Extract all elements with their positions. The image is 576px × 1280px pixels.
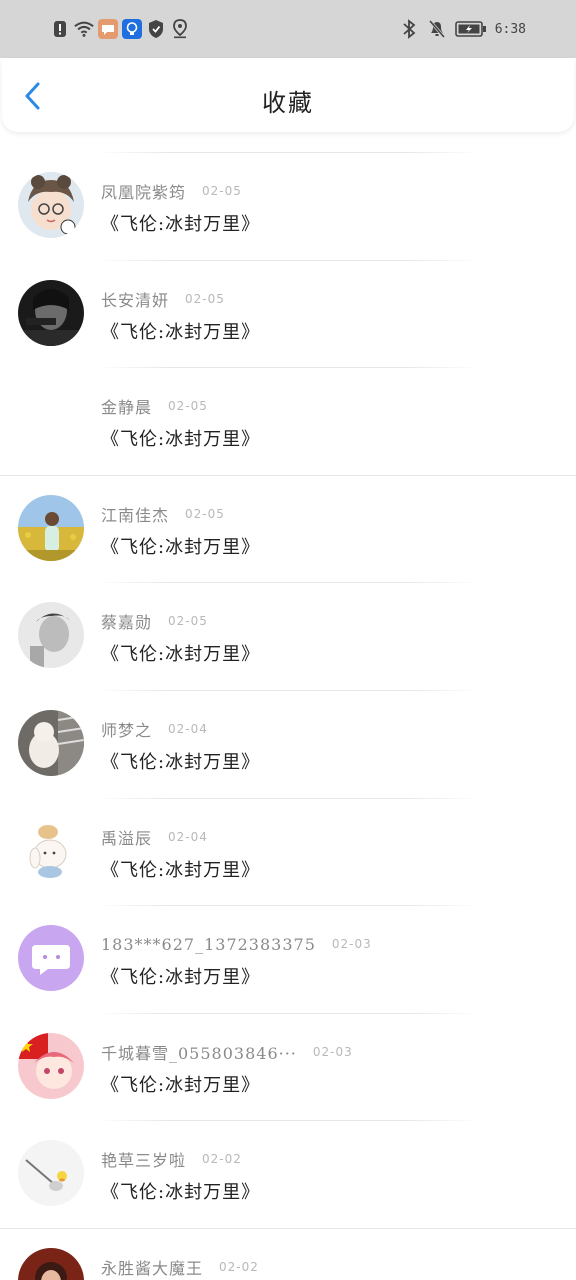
top-navigation-bar: 收藏 bbox=[2, 58, 574, 132]
divider bbox=[95, 259, 481, 261]
bluetooth-icon bbox=[399, 19, 419, 39]
divider bbox=[0, 474, 576, 476]
item-content: 《飞伦:冰封万里》 bbox=[101, 967, 261, 989]
anime-flag-avatar[interactable] bbox=[18, 1032, 84, 1099]
list-item[interactable]: 师梦之 02-04 《飞伦:冰封万里》 bbox=[0, 670, 576, 778]
divider bbox=[95, 367, 481, 369]
divider bbox=[0, 1227, 576, 1229]
user-name: 金静晨 bbox=[101, 398, 153, 418]
cartoon-girl-avatar[interactable] bbox=[18, 172, 84, 238]
bunny-avatar[interactable] bbox=[18, 817, 84, 884]
divider bbox=[95, 905, 481, 907]
item-date: 02-05 bbox=[168, 614, 208, 629]
message-icon bbox=[98, 19, 118, 39]
list-item[interactable]: 永胜酱大魔王 02-02 bbox=[0, 1208, 576, 1280]
item-date: 02-02 bbox=[219, 1259, 259, 1274]
divider bbox=[95, 689, 481, 691]
list-item[interactable]: 千城暮雪_055803846··· 02-03 《飞伦:冰封万里》 bbox=[0, 993, 576, 1101]
item-date: 02-05 bbox=[168, 399, 208, 414]
item-content: 《飞伦:冰封万里》 bbox=[101, 859, 261, 881]
user-name: 禹溢辰 bbox=[101, 828, 153, 848]
item-content: 《飞伦:冰封万里》 bbox=[101, 429, 261, 451]
bw-portrait-avatar[interactable] bbox=[18, 602, 84, 669]
list-item[interactable]: 禹溢辰 02-04 《飞伦:冰封万里》 bbox=[0, 778, 576, 886]
user-name: 凤凰院紫筠 bbox=[101, 183, 187, 202]
item-date: 02-05 bbox=[185, 506, 225, 521]
item-date: 02-02 bbox=[202, 1152, 242, 1167]
divider bbox=[95, 152, 481, 153]
alert-icon bbox=[50, 19, 70, 39]
user-name: 千城暮雪_055803846··· bbox=[101, 1043, 297, 1063]
cartoon-sketch-avatar[interactable] bbox=[18, 1140, 84, 1207]
user-name: 长安清妍 bbox=[101, 290, 170, 310]
field-photo-avatar[interactable] bbox=[18, 494, 84, 561]
item-date: 02-05 bbox=[202, 184, 242, 198]
item-content: 《飞伦:冰封万里》 bbox=[101, 1182, 261, 1204]
item-date: 02-04 bbox=[168, 721, 208, 736]
status-icons-left bbox=[50, 17, 190, 41]
item-date: 02-05 bbox=[185, 291, 225, 306]
bulb-icon bbox=[122, 19, 142, 39]
divider bbox=[95, 582, 481, 584]
status-icons-right: 6:38 bbox=[399, 17, 526, 41]
cat-photo-avatar[interactable] bbox=[18, 709, 84, 776]
list-item[interactable]: 金静晨 02-05 《飞伦:冰封万里》 bbox=[0, 347, 576, 455]
location-icon bbox=[170, 19, 190, 39]
list-item[interactable]: 艳草三岁啦 02-02 《飞伦:冰封万里》 bbox=[0, 1100, 576, 1208]
divider bbox=[95, 1120, 481, 1122]
wifi-icon bbox=[74, 19, 94, 39]
user-name: 艳草三岁啦 bbox=[101, 1151, 187, 1171]
list-item[interactable]: 凤凰院紫筠 02-05 《飞伦:冰封万里》 bbox=[0, 132, 576, 240]
divider bbox=[95, 797, 481, 799]
user-name: 师梦之 bbox=[101, 720, 153, 740]
list-item[interactable]: 183***627_1372383375 02-03 《飞伦:冰封万里》 bbox=[0, 885, 576, 993]
item-date: 02-03 bbox=[312, 1044, 353, 1059]
item-content: 《飞伦:冰封万里》 bbox=[101, 1074, 261, 1096]
divider bbox=[95, 1012, 481, 1014]
page-title: 收藏 bbox=[262, 89, 314, 117]
user-name: 183***627_1372383375 bbox=[101, 934, 316, 954]
user-name: 永胜酱大魔王 bbox=[101, 1258, 204, 1278]
list-item[interactable]: 长安清妍 02-05 《飞伦:冰封万里》 bbox=[0, 240, 576, 348]
dark-photo-avatar[interactable] bbox=[18, 279, 84, 346]
mute-icon bbox=[427, 19, 447, 39]
item-date: 02-04 bbox=[168, 829, 208, 844]
user-name: 江南佳杰 bbox=[101, 505, 170, 525]
item-content: 《飞伦:冰封万里》 bbox=[101, 751, 261, 773]
user-name: 蔡嘉勋 bbox=[101, 613, 153, 633]
list-item[interactable]: 蔡嘉勋 02-05 《飞伦:冰封万里》 bbox=[0, 562, 576, 670]
chat-bubble-avatar[interactable] bbox=[18, 925, 84, 992]
item-date: 02-03 bbox=[331, 937, 372, 952]
item-content: 《飞伦:冰封万里》 bbox=[101, 214, 261, 235]
favorites-list: 凤凰院紫筠 02-05 《飞伦:冰封万里》 长安清妍 02-05 《飞伦:冰封万… bbox=[0, 132, 576, 1280]
shield-icon bbox=[146, 19, 166, 39]
item-content: 《飞伦:冰封万里》 bbox=[101, 321, 261, 343]
status-time: 6:38 bbox=[494, 21, 526, 37]
status-bar: 6:38 bbox=[0, 0, 576, 58]
item-content: 《飞伦:冰封万里》 bbox=[101, 536, 261, 558]
red-portrait-avatar[interactable] bbox=[18, 1247, 84, 1280]
item-content: 《飞伦:冰封万里》 bbox=[101, 644, 261, 666]
battery-icon bbox=[454, 19, 487, 39]
list-item[interactable]: 江南佳杰 02-05 《飞伦:冰封万里》 bbox=[0, 455, 576, 563]
